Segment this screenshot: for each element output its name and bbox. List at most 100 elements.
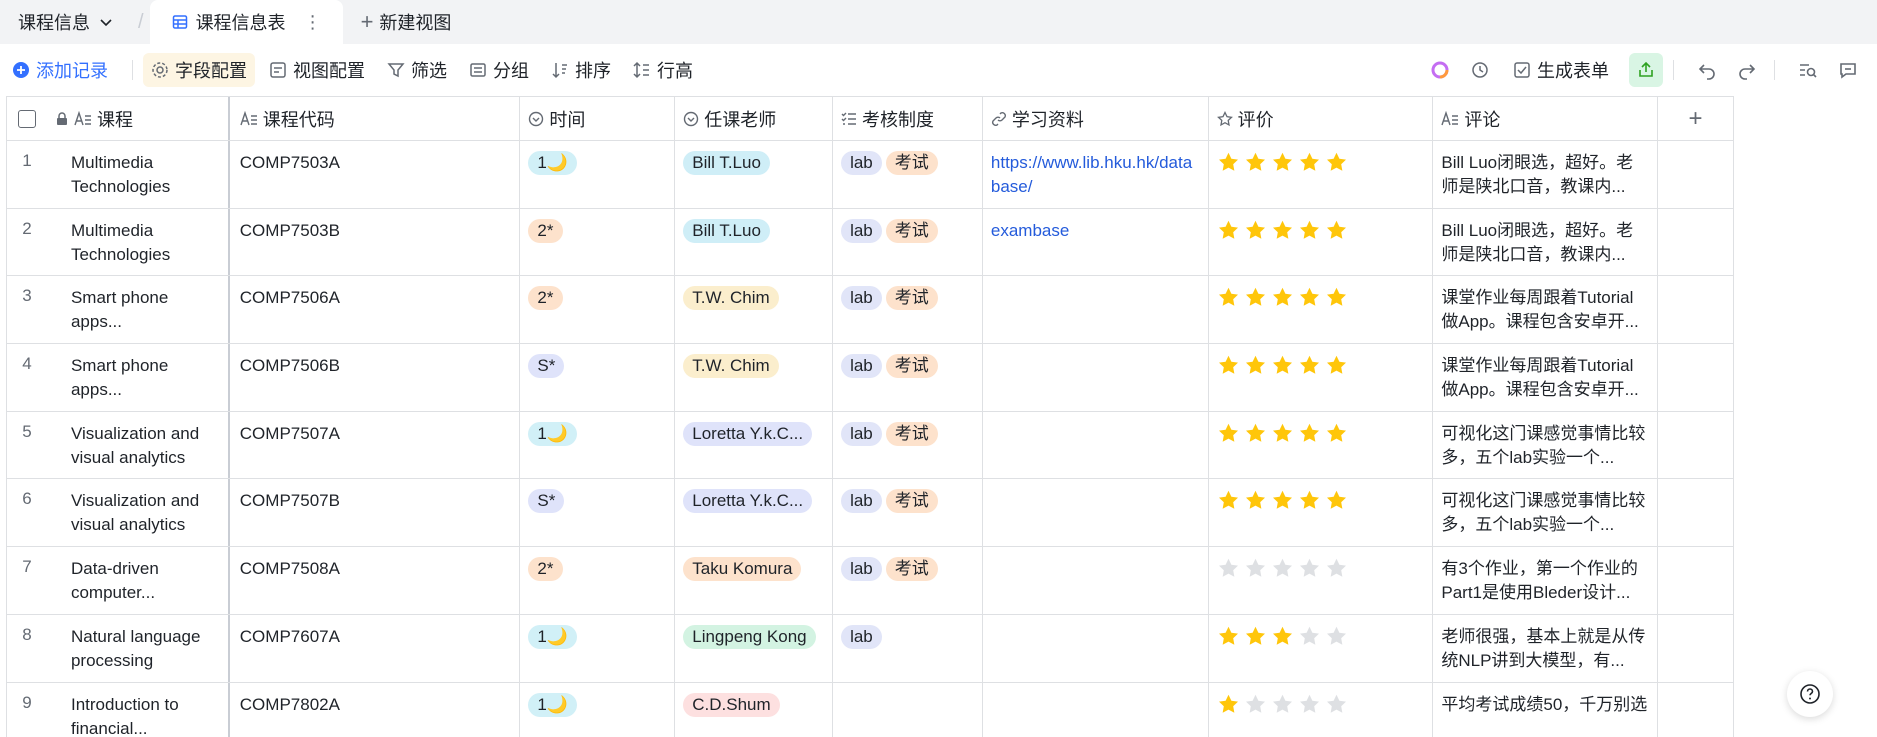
cell-rating[interactable] [1209,682,1434,737]
table-row[interactable]: 1 Multimedia Technologies COMP7503A 1🌙 Bill … [7,141,1733,209]
cell-time[interactable]: S* [520,479,676,547]
table-row[interactable]: 2 Multimedia Technologies COMP7503B 2* Bill … [7,208,1733,277]
cell-teacher[interactable]: T.W. Chim [675,344,834,411]
cell-code[interactable]: COMP7506A [230,276,521,344]
cell-title[interactable]: Smart phone apps... [47,344,230,411]
star-filled-icon[interactable] [1244,151,1267,174]
cell-exam[interactable]: lab [833,614,983,682]
star-filled-icon[interactable] [1271,489,1294,512]
rating-stars[interactable] [1217,489,1425,512]
cell-time[interactable]: S* [520,344,676,411]
cell-time[interactable]: 1🌙 [520,141,676,208]
star-filled-icon[interactable] [1217,219,1240,242]
star-filled-icon[interactable] [1244,354,1267,377]
star-filled-icon[interactable] [1271,286,1294,309]
cell-exam[interactable]: lab 考试 [833,547,983,614]
redo-icon[interactable] [1730,53,1764,87]
cell-material[interactable] [983,276,1209,344]
star-filled-icon[interactable] [1244,422,1267,445]
cell-exam[interactable]: lab 考试 [833,344,983,411]
cell-title[interactable]: Introduction to financial... [47,682,230,737]
automation-icon[interactable] [1463,53,1497,87]
new-view-button[interactable]: + 新建视图 [343,0,470,44]
star-filled-icon[interactable] [1271,151,1294,174]
cell-rating[interactable] [1209,141,1434,208]
table-row[interactable]: 5 Visualization and visual analytics COMP7… [7,411,1733,480]
add-record-button[interactable]: 添加记录 [4,53,116,87]
cell-material[interactable] [983,411,1209,479]
star-filled-icon[interactable] [1217,151,1240,174]
search-icon[interactable] [1791,53,1825,87]
comment-icon[interactable] [1831,53,1865,87]
star-filled-icon[interactable] [1217,693,1240,716]
cell-teacher[interactable]: T.W. Chim [675,276,834,344]
cell-teacher[interactable]: Lingpeng Kong [675,614,834,682]
material-link[interactable]: https://www.lib.hku.hk/database/ [991,151,1200,199]
field-config-button[interactable]: 字段配置 [143,53,255,87]
rating-stars[interactable] [1217,219,1425,242]
cell-time[interactable]: 2* [520,208,676,276]
cell-teacher[interactable]: Taku Komura [675,547,834,614]
cell-rating[interactable] [1209,344,1434,411]
star-filled-icon[interactable] [1217,625,1240,648]
table-row[interactable]: 4 Smart phone apps... COMP7506B S* T.W. Chim… [7,344,1733,412]
column-header-material[interactable]: 学习资料 [983,97,1209,140]
cell-time[interactable]: 2* [520,276,676,344]
star-filled-icon[interactable] [1298,219,1321,242]
cell-code[interactable]: COMP7607A [230,614,521,682]
star-filled-icon[interactable] [1298,286,1321,309]
rating-stars[interactable] [1217,557,1425,580]
material-link[interactable]: exambase [991,219,1200,243]
cell-material[interactable] [983,547,1209,614]
cell-teacher[interactable]: Bill T.Luo [675,208,834,276]
cell-code[interactable]: COMP7508A [230,547,521,614]
sort-button[interactable]: 排序 [543,53,619,87]
cell-rating[interactable] [1209,614,1434,682]
column-header-time[interactable]: 时间 [520,97,676,140]
cell-comment[interactable]: Bill Luo闭眼选，超好。老师是陕北口音，教课内... [1433,208,1659,276]
database-selector[interactable]: 课程信息 [0,0,132,44]
cell-teacher[interactable]: C.D.Shum [675,682,834,737]
star-empty-icon[interactable] [1325,693,1348,716]
column-header-title[interactable]: 课程 [47,97,230,140]
cell-teacher[interactable]: Loretta Y.k.C... [675,411,834,479]
table-row[interactable]: 7 Data-driven computer... COMP7508A 2* Taku … [7,547,1733,615]
column-header-exam[interactable]: 考核制度 [833,97,983,140]
star-filled-icon[interactable] [1325,489,1348,512]
column-header-comment[interactable]: 评论 [1433,97,1659,140]
row-height-button[interactable]: 行高 [625,53,701,87]
cell-rating[interactable] [1209,208,1434,276]
star-filled-icon[interactable] [1298,354,1321,377]
cell-exam[interactable]: lab 考试 [833,479,983,547]
cell-rating[interactable] [1209,547,1434,614]
star-empty-icon[interactable] [1325,557,1348,580]
cell-comment[interactable]: 可视化这门课感觉事情比较多，五个lab实验一个... [1433,411,1659,479]
star-filled-icon[interactable] [1217,354,1240,377]
star-empty-icon[interactable] [1298,625,1321,648]
cell-code[interactable]: COMP7503B [230,208,521,276]
cell-rating[interactable] [1209,411,1434,479]
rating-stars[interactable] [1217,354,1425,377]
cell-title[interactable]: Visualization and visual analytics [47,479,230,547]
star-empty-icon[interactable] [1271,557,1294,580]
star-filled-icon[interactable] [1244,489,1267,512]
share-icon[interactable] [1629,53,1663,87]
more-icon[interactable]: ⋮ [304,12,322,33]
star-empty-icon[interactable] [1217,557,1240,580]
undo-icon[interactable] [1690,53,1724,87]
star-empty-icon[interactable] [1271,693,1294,716]
star-filled-icon[interactable] [1298,151,1321,174]
cell-material[interactable] [983,682,1209,737]
table-row[interactable]: 3 Smart phone apps... COMP7506A 2* T.W. Chim… [7,276,1733,345]
cell-code[interactable]: COMP7506B [230,344,521,411]
star-filled-icon[interactable] [1325,422,1348,445]
cell-code[interactable]: COMP7507A [230,411,521,479]
cell-time[interactable]: 2* [520,547,676,614]
star-filled-icon[interactable] [1325,219,1348,242]
cell-title[interactable]: Multimedia Technologies [47,141,230,208]
star-filled-icon[interactable] [1217,489,1240,512]
cell-teacher[interactable]: Loretta Y.k.C... [675,479,834,547]
help-button[interactable] [1787,671,1833,717]
star-empty-icon[interactable] [1325,625,1348,648]
star-filled-icon[interactable] [1217,286,1240,309]
